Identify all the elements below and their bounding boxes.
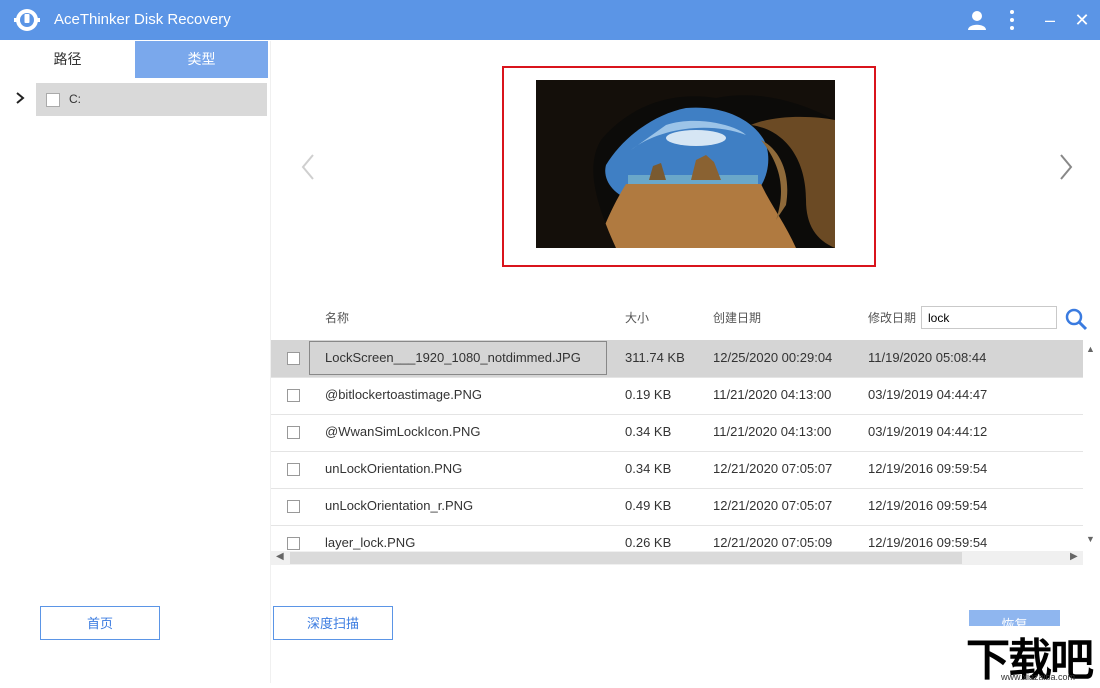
file-created: 12/21/2020 07:05:07 xyxy=(713,461,833,476)
column-header-name[interactable]: 名称 xyxy=(325,309,349,326)
app-title: AceThinker Disk Recovery xyxy=(54,11,231,28)
search-icon[interactable] xyxy=(1064,307,1088,331)
file-modified: 03/19/2019 04:44:47 xyxy=(868,387,988,402)
row-checkbox[interactable] xyxy=(287,426,300,439)
column-header-created[interactable]: 创建日期 xyxy=(713,309,761,326)
file-table: LockScreen___1920_1080_notdimmed.JPG 311… xyxy=(271,340,1083,550)
file-size: 0.19 KB xyxy=(625,387,672,402)
file-modified: 12/19/2016 09:59:54 xyxy=(868,535,988,550)
file-name: layer_lock.PNG xyxy=(325,535,416,550)
watermark-url: www.xiazaiba.com xyxy=(1001,672,1076,682)
table-row[interactable]: unLockOrientation_r.PNG 0.49 KB 12/21/20… xyxy=(271,488,1083,526)
row-checkbox[interactable] xyxy=(287,352,300,365)
tree-checkbox[interactable] xyxy=(46,93,60,107)
more-menu-icon[interactable] xyxy=(1000,8,1024,32)
file-modified: 11/19/2020 05:08:44 xyxy=(868,350,987,365)
table-row[interactable]: @bitlockertoastimage.PNG 0.19 KB 11/21/2… xyxy=(271,377,1083,415)
row-checkbox[interactable] xyxy=(287,500,300,513)
preview-image xyxy=(536,80,835,248)
deep-scan-button[interactable]: 深度扫描 xyxy=(273,606,393,640)
close-button[interactable]: ✕ xyxy=(1070,8,1094,32)
file-name: unLockOrientation_r.PNG xyxy=(325,498,474,513)
home-button[interactable]: 首页 xyxy=(40,606,160,640)
chevron-left-icon[interactable] xyxy=(298,152,318,182)
app-logo-icon xyxy=(14,9,40,31)
minimize-button[interactable]: – xyxy=(1038,8,1062,32)
row-checkbox[interactable] xyxy=(287,389,300,402)
file-modified: 12/19/2016 09:59:54 xyxy=(868,498,988,513)
chevron-right-icon[interactable] xyxy=(14,91,26,105)
column-header-size[interactable]: 大小 xyxy=(625,309,649,326)
column-header-modified[interactable]: 修改日期 xyxy=(868,309,916,326)
file-created: 11/21/2020 04:13:00 xyxy=(713,424,832,439)
file-created: 11/21/2020 04:13:00 xyxy=(713,387,832,402)
file-size: 0.49 KB xyxy=(625,498,672,513)
file-name: @bitlockertoastimage.PNG xyxy=(325,387,482,402)
file-name: LockScreen___1920_1080_notdimmed.JPG xyxy=(325,350,581,365)
tree-item-label: C: xyxy=(69,92,81,106)
scroll-left-arrow-icon[interactable]: ◀ xyxy=(276,551,284,562)
table-row[interactable]: unLockOrientation.PNG 0.34 KB 12/21/2020… xyxy=(271,451,1083,489)
file-name: unLockOrientation.PNG xyxy=(325,461,463,476)
file-created: 12/21/2020 07:05:07 xyxy=(713,498,833,513)
chevron-right-icon[interactable] xyxy=(1056,152,1076,182)
file-size: 0.26 KB xyxy=(625,535,672,550)
file-size: 0.34 KB xyxy=(625,424,672,439)
file-created: 12/21/2020 07:05:09 xyxy=(713,535,833,550)
user-icon[interactable] xyxy=(965,8,989,32)
table-row[interactable]: @WwanSimLockIcon.PNG 0.34 KB 11/21/2020 … xyxy=(271,414,1083,452)
table-row[interactable]: layer_lock.PNG 0.26 KB 12/21/2020 07:05:… xyxy=(271,525,1083,550)
file-created: 12/25/2020 00:29:04 xyxy=(713,350,833,365)
file-size: 0.34 KB xyxy=(625,461,672,476)
horizontal-scrollbar-thumb[interactable] xyxy=(290,552,962,564)
file-modified: 12/19/2016 09:59:54 xyxy=(868,461,988,476)
scroll-right-arrow-icon[interactable]: ▶ xyxy=(1070,551,1078,562)
file-modified: 03/19/2019 04:44:12 xyxy=(868,424,988,439)
file-name: @WwanSimLockIcon.PNG xyxy=(325,424,481,439)
file-size: 311.74 KB xyxy=(625,350,685,365)
tab-type[interactable]: 类型 xyxy=(135,41,268,78)
scroll-up-arrow-icon[interactable]: ▲ xyxy=(1086,344,1095,354)
row-checkbox[interactable] xyxy=(287,537,300,550)
table-row[interactable]: LockScreen___1920_1080_notdimmed.JPG 311… xyxy=(271,340,1083,378)
scroll-down-arrow-icon[interactable]: ▼ xyxy=(1086,534,1095,544)
search-input[interactable] xyxy=(921,306,1057,329)
tab-path[interactable]: 路径 xyxy=(0,41,135,78)
row-checkbox[interactable] xyxy=(287,463,300,476)
